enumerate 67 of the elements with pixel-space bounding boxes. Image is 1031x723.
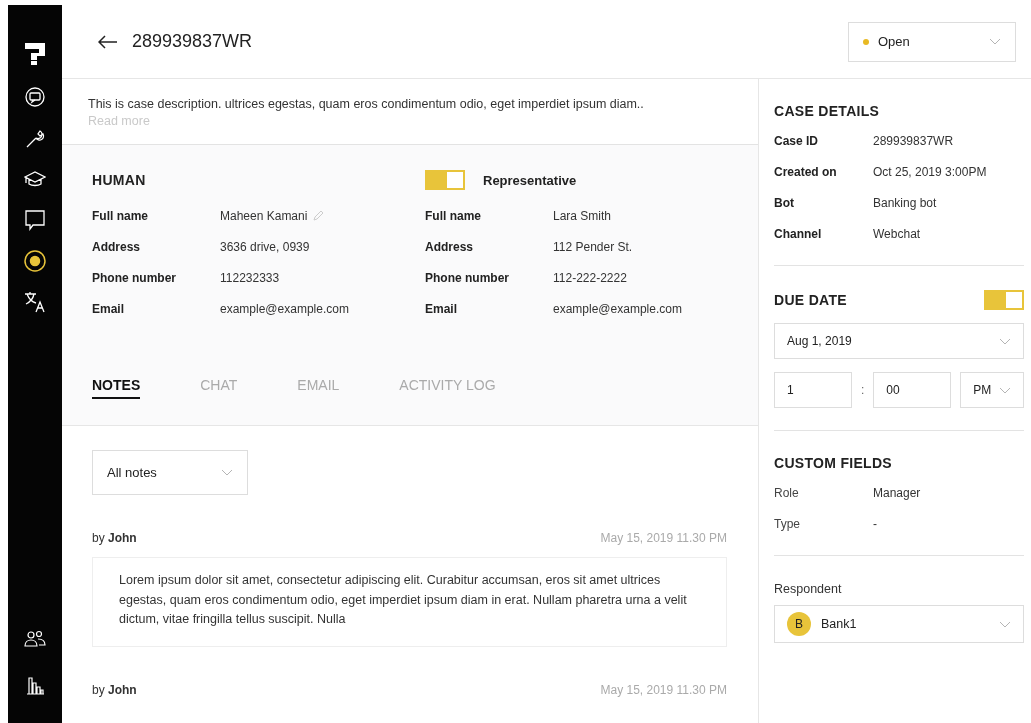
- field-value: 3636 drive, 0939: [220, 239, 310, 254]
- people-icon[interactable]: [24, 630, 46, 648]
- field-value: Banking bot: [873, 196, 937, 210]
- representative-toggle[interactable]: [425, 170, 465, 190]
- case-title: 289939837WR: [132, 31, 253, 52]
- back-arrow-icon[interactable]: [98, 34, 118, 49]
- field-label: Full name: [92, 208, 149, 223]
- note-author: by John: [92, 682, 137, 697]
- field-label: Phone number: [92, 270, 177, 285]
- translate-icon[interactable]: [23, 290, 47, 314]
- logo-icon: [25, 43, 45, 65]
- field-value: Lara Smith: [553, 208, 612, 223]
- field-value: 112232333: [220, 270, 280, 285]
- minute-field[interactable]: 00: [873, 372, 952, 408]
- bar-chart-icon[interactable]: [25, 675, 45, 695]
- field-label: Created on: [774, 165, 838, 179]
- field-value: Webchat: [873, 227, 921, 241]
- respondent-label: Respondent: [774, 582, 843, 596]
- chevron-down-icon: [999, 337, 1012, 345]
- hour-field[interactable]: 1: [774, 372, 852, 408]
- field-value: example@example.com: [553, 301, 682, 316]
- chevron-down-icon: [221, 469, 233, 476]
- field-label: Bot: [774, 196, 795, 210]
- field-value: Manager: [873, 486, 921, 500]
- chevron-down-icon: [999, 386, 1012, 394]
- due-date-toggle[interactable]: [984, 290, 1025, 310]
- field-label: Channel: [774, 227, 823, 241]
- period-dropdown[interactable]: PM: [960, 372, 1025, 408]
- note-author: by John: [92, 531, 137, 545]
- case-description: This is case description. ultrices egestas, quam eros condimentum odio, eget imperdiet ipsum diam..: [88, 97, 645, 111]
- field-value: 112 Pender St.: [553, 239, 633, 254]
- speech-bubble-icon[interactable]: [24, 209, 46, 231]
- chevron-down-icon: [999, 620, 1012, 628]
- avatar: B: [787, 612, 811, 636]
- field-value: -: [873, 517, 877, 531]
- section-heading: HUMAN: [92, 172, 146, 188]
- chat-sync-icon[interactable]: [24, 86, 46, 108]
- chevron-down-icon: [989, 38, 1001, 45]
- field-label: Case ID: [774, 134, 820, 148]
- field-value: Oct 25, 2019 3:00PM: [873, 165, 987, 179]
- section-heading: DUE DATE: [774, 292, 847, 308]
- note-text: Lorem ipsum dolor sit amet, consectetur adipiscing elit. Curabitur accumsan, eros sit amet ultrices egestas, quam eros condimentum odio, eget imperdiet ipsum diam in erat. Nullam pharetra urna a velit dictum, vitae fringilla tellus suscipit. Nulla: [119, 572, 688, 628]
- time-separator: :: [861, 383, 865, 397]
- notes-filter-dropdown[interactable]: All notes: [92, 450, 248, 495]
- field-label: Email: [425, 301, 458, 316]
- field-label: Role: [774, 486, 800, 500]
- target-icon[interactable]: [23, 249, 47, 273]
- field-value: 289939837WR: [873, 134, 954, 148]
- section-heading: CUSTOM FIELDS: [774, 455, 893, 471]
- graduation-cap-icon[interactable]: [24, 169, 46, 189]
- respondent-dropdown[interactable]: B Bank1: [774, 605, 1025, 643]
- section-heading: CASE DETAILS: [774, 103, 881, 119]
- field-label: Type: [774, 517, 801, 531]
- field-value: example@example.com: [220, 301, 349, 316]
- field-label: Full name: [425, 208, 482, 223]
- field-label: Phone number: [425, 270, 510, 285]
- field-label: Address: [425, 239, 475, 254]
- field-value: Maheen Kamani: [220, 208, 308, 223]
- field-value: 112-222-2222: [553, 270, 627, 285]
- representative-label: Representative: [483, 172, 577, 188]
- field-label: Address: [92, 239, 142, 254]
- tab[interactable]: NOTES: [92, 377, 141, 399]
- field-label: Email: [92, 301, 125, 316]
- date-dropdown[interactable]: Aug 1, 2019: [774, 323, 1025, 359]
- status-dropdown[interactable]: Open: [848, 21, 1016, 62]
- note-time: May 15, 2019 11.30 PM: [600, 682, 727, 697]
- note-time: May 15, 2019 11.30 PM: [600, 531, 727, 545]
